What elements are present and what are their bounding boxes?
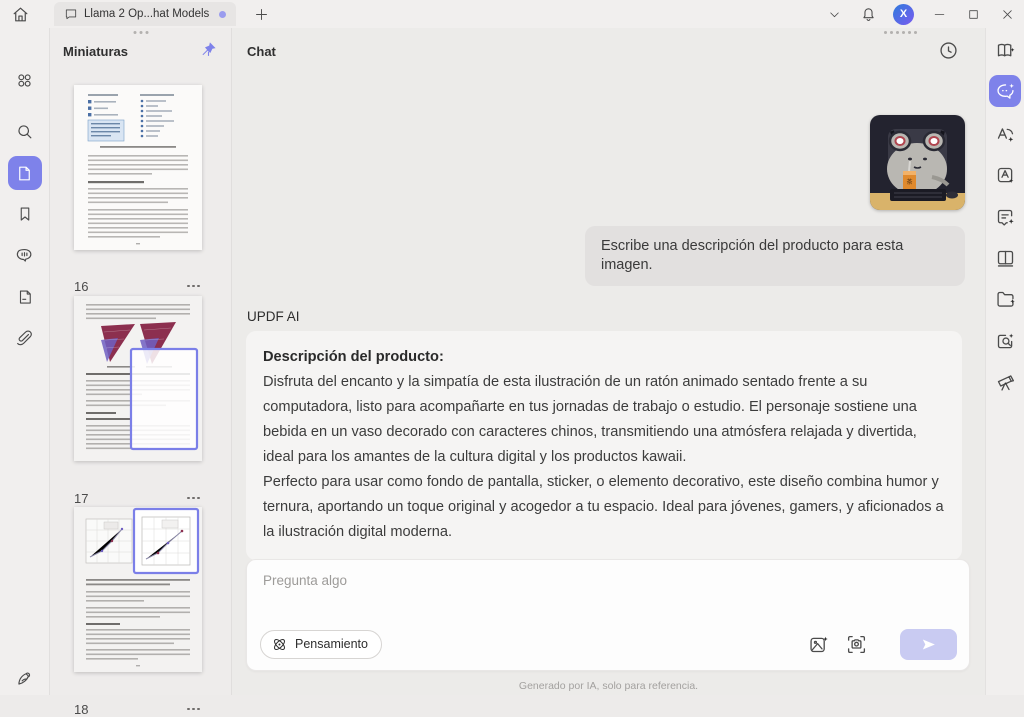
comment-icon bbox=[16, 248, 32, 262]
thumbnails-panel-title: Miniaturas bbox=[63, 44, 129, 59]
page-number: 17 bbox=[74, 490, 89, 506]
translate-box-icon bbox=[997, 167, 1013, 183]
maximize-icon bbox=[968, 9, 978, 19]
thumbnails-panel: Miniaturas 16 17 18 bbox=[50, 28, 232, 717]
bell-icon bbox=[862, 7, 874, 21]
attachments-button[interactable] bbox=[8, 321, 42, 355]
reader-mode-button[interactable] bbox=[989, 242, 1021, 274]
chat-title: Chat bbox=[247, 44, 276, 59]
chat-input-card: Pensamiento bbox=[246, 559, 970, 671]
screenshot-icon[interactable] bbox=[846, 634, 867, 655]
dropdown-button[interactable] bbox=[817, 0, 851, 28]
close-button[interactable] bbox=[990, 0, 1024, 28]
plus-icon bbox=[255, 8, 267, 20]
ai-disclaimer: Generado por IA, solo para referencia. bbox=[518, 680, 699, 692]
chat-history-button[interactable] bbox=[938, 40, 959, 61]
ai-response-paragraph: Perfecto para usar como fondo de pantall… bbox=[263, 474, 944, 540]
ai-sender-label: UPDF AI bbox=[247, 309, 300, 324]
add-image-icon[interactable] bbox=[808, 634, 829, 655]
send-button[interactable] bbox=[900, 628, 957, 660]
page-thumbnails-icon bbox=[19, 166, 30, 180]
translate-icon bbox=[997, 127, 1013, 142]
chat-drag-handle[interactable] bbox=[884, 31, 917, 34]
ai-response-heading: Descripción del producto: bbox=[263, 349, 444, 365]
chat-doc-icon bbox=[65, 9, 77, 20]
page-number: 18 bbox=[74, 701, 89, 717]
mouse-illustration: 茶 bbox=[870, 115, 965, 210]
ai-search-box-icon bbox=[997, 333, 1013, 348]
ai-book-icon bbox=[997, 43, 1014, 56]
telescope-icon bbox=[997, 374, 1014, 391]
send-icon bbox=[922, 639, 935, 649]
close-icon bbox=[1002, 9, 1012, 19]
thinking-mode-label: Pensamiento bbox=[295, 637, 368, 651]
home-icon bbox=[13, 7, 27, 21]
tab-title: Llama 2 Op...hat Models bbox=[84, 8, 210, 20]
ai-chat-button[interactable] bbox=[989, 75, 1021, 107]
chat-input[interactable] bbox=[247, 560, 969, 616]
home-button[interactable] bbox=[0, 0, 40, 28]
ai-response-paragraph: Disfruta del encanto y la simpatía de es… bbox=[263, 374, 917, 465]
minimize-icon bbox=[934, 13, 944, 15]
right-toolbar bbox=[985, 28, 1024, 695]
page-17-more-button[interactable] bbox=[185, 493, 202, 504]
history-clock-icon bbox=[940, 42, 957, 59]
page-number: 16 bbox=[74, 278, 89, 294]
reader-layout-icon bbox=[997, 250, 1013, 267]
maximize-button[interactable] bbox=[956, 0, 990, 28]
new-tab-button[interactable] bbox=[250, 3, 272, 25]
ai-files-button[interactable] bbox=[989, 283, 1021, 315]
pin-panel-button[interactable] bbox=[200, 41, 217, 63]
thumbnail-page-17[interactable] bbox=[74, 296, 202, 461]
minimize-button[interactable] bbox=[922, 0, 956, 28]
comments-button[interactable] bbox=[8, 238, 42, 272]
ai-folder-icon bbox=[996, 291, 1015, 307]
signature-pen-icon bbox=[18, 671, 31, 685]
translate-document-button[interactable] bbox=[989, 159, 1021, 191]
left-toolbar bbox=[0, 28, 50, 695]
titlebar: Llama 2 Op...hat Models X bbox=[0, 0, 1024, 28]
thinking-mode-button[interactable]: Pensamiento bbox=[260, 629, 382, 659]
apps-grid-icon bbox=[18, 73, 31, 87]
ai-summary-button[interactable] bbox=[989, 201, 1021, 233]
thinking-atom-icon bbox=[274, 638, 285, 650]
unsaved-dot bbox=[219, 10, 227, 18]
user-message-bubble: Escribe una descripción del producto par… bbox=[585, 226, 965, 286]
page-18-preview bbox=[74, 507, 202, 672]
thumbnails-panel-button[interactable] bbox=[7, 156, 42, 190]
page-16-preview bbox=[74, 85, 202, 250]
apps-grid-button[interactable] bbox=[8, 63, 42, 97]
ai-search-button[interactable] bbox=[989, 325, 1021, 357]
chevron-down-icon bbox=[829, 11, 839, 17]
pin-icon bbox=[202, 42, 216, 56]
thumbnail-page-16[interactable] bbox=[74, 85, 202, 250]
ai-reader-button[interactable] bbox=[989, 34, 1021, 66]
thumbnail-page-18[interactable] bbox=[74, 507, 202, 672]
page-16-more-button[interactable] bbox=[185, 281, 202, 292]
ai-chat-icon bbox=[996, 83, 1014, 99]
page-17-preview bbox=[74, 296, 202, 461]
signature-button[interactable] bbox=[8, 661, 42, 695]
bookmark-icon bbox=[20, 207, 29, 221]
user-attached-image[interactable]: 茶 bbox=[870, 115, 965, 210]
search-button[interactable] bbox=[8, 114, 42, 148]
organize-pages-button[interactable] bbox=[8, 280, 42, 314]
paperclip-icon bbox=[17, 329, 32, 345]
notifications-button[interactable] bbox=[851, 0, 885, 28]
search-icon bbox=[18, 124, 32, 138]
page-18-more-button[interactable] bbox=[185, 704, 202, 715]
ai-response-card: Descripción del producto: Disfruta del e… bbox=[246, 331, 962, 560]
chat-panel: Chat 茶 Escribe una descripción del produ… bbox=[232, 28, 985, 695]
organize-pages-icon bbox=[19, 290, 31, 304]
bookmarks-button[interactable] bbox=[8, 197, 42, 231]
svg-text:茶: 茶 bbox=[906, 178, 912, 186]
panel-drag-handle[interactable] bbox=[133, 31, 148, 34]
document-tab[interactable]: Llama 2 Op...hat Models bbox=[54, 2, 237, 26]
ai-note-icon bbox=[997, 209, 1014, 226]
translate-button[interactable] bbox=[989, 119, 1021, 151]
explore-button[interactable] bbox=[989, 366, 1021, 398]
avatar[interactable]: X bbox=[893, 3, 914, 25]
